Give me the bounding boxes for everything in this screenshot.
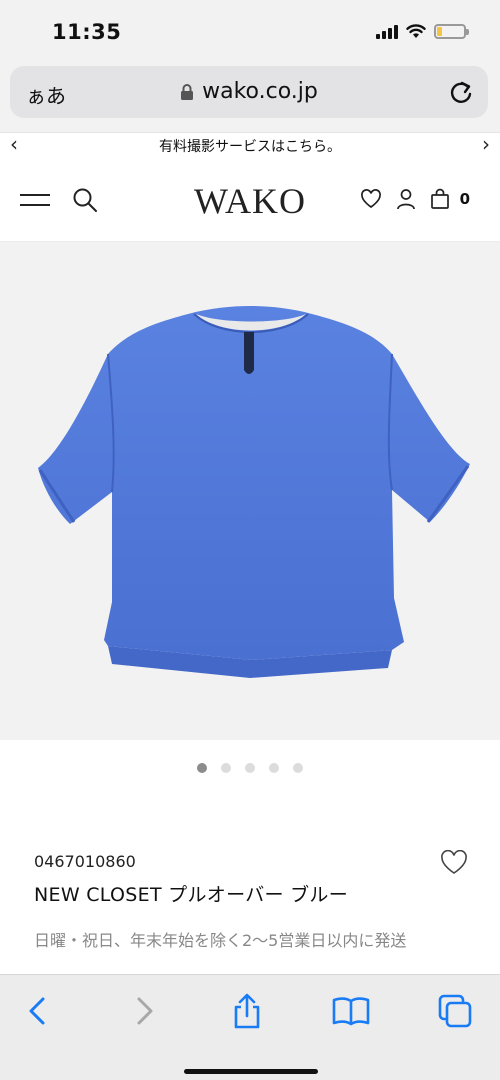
carousel-dot[interactable] bbox=[293, 763, 303, 773]
banner-next-button[interactable]: › bbox=[482, 134, 490, 154]
status-icons bbox=[376, 24, 469, 39]
tabs-button[interactable] bbox=[430, 989, 480, 1033]
forward-button[interactable] bbox=[120, 989, 170, 1033]
banner-link[interactable]: 有料撮影サービスはこちら。 bbox=[0, 136, 500, 156]
account-icon[interactable] bbox=[396, 188, 416, 210]
url-group[interactable]: wako.co.jp bbox=[10, 79, 488, 104]
promo-banner: ‹ 有料撮影サービスはこちら。 › bbox=[0, 132, 500, 158]
header-actions: 0 bbox=[360, 188, 470, 210]
status-time: 11:35 bbox=[52, 20, 122, 44]
shipping-note: 日曜・祝日、年末年始を除く2〜5営業日以内に発送 bbox=[34, 931, 407, 950]
url-text[interactable]: wako.co.jp bbox=[202, 79, 318, 104]
reload-icon[interactable] bbox=[448, 78, 474, 106]
carousel-dot[interactable] bbox=[269, 763, 279, 773]
cart-icon[interactable] bbox=[430, 188, 450, 210]
product-image[interactable] bbox=[0, 242, 500, 740]
battery-level bbox=[437, 27, 443, 36]
share-button[interactable] bbox=[222, 989, 272, 1033]
product-name: NEW CLOSET プルオーバー ブルー bbox=[34, 884, 349, 906]
carousel-dot[interactable] bbox=[197, 763, 207, 773]
product-photo-blouse bbox=[38, 306, 470, 678]
forward-icon bbox=[137, 997, 153, 1025]
battery-icon bbox=[434, 24, 469, 39]
favorite-heart-icon[interactable] bbox=[440, 850, 468, 876]
home-indicator bbox=[184, 1069, 318, 1074]
back-icon bbox=[29, 997, 45, 1025]
bookmarks-button[interactable] bbox=[326, 989, 376, 1033]
carousel-dot[interactable] bbox=[245, 763, 255, 773]
back-button[interactable] bbox=[12, 989, 62, 1033]
tabs-icon bbox=[438, 994, 472, 1028]
address-bar[interactable]: ぁあ wako.co.jp bbox=[10, 66, 488, 118]
lock-icon bbox=[181, 83, 194, 100]
carousel-dots bbox=[0, 763, 500, 773]
heart-icon[interactable] bbox=[360, 189, 382, 209]
status-bar: 11:35 bbox=[0, 0, 500, 62]
product-code: 0467010860 bbox=[34, 852, 136, 871]
signal-icon bbox=[376, 24, 398, 39]
browser-toolbar bbox=[0, 974, 500, 1080]
browser-chrome: ぁあ wako.co.jp bbox=[0, 62, 500, 132]
carousel-dot[interactable] bbox=[221, 763, 231, 773]
cart-count: 0 bbox=[459, 190, 470, 208]
share-icon bbox=[234, 993, 260, 1029]
wifi-icon bbox=[406, 24, 426, 38]
bookmarks-icon bbox=[332, 997, 370, 1026]
site-header: WAKO 0 bbox=[0, 158, 500, 242]
